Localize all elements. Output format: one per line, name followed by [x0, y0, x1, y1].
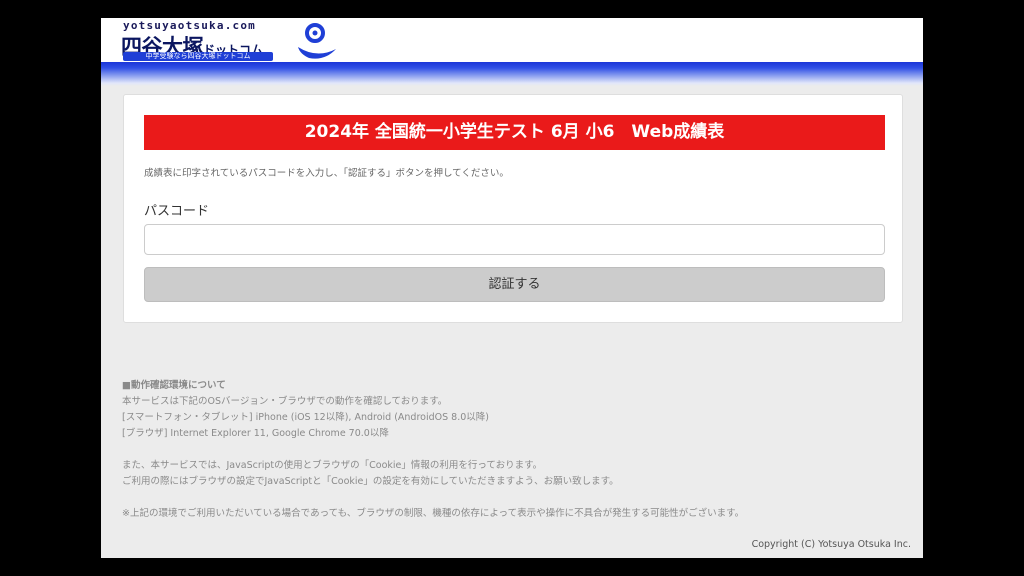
- authenticate-button[interactable]: 認証する: [144, 267, 885, 302]
- notes-line: [ブラウザ] Internet Explorer 11, Google Chro…: [122, 428, 389, 439]
- cookie-note-line: また、本サービスでは、JavaScriptの使用とブラウザの「Cookie」情報…: [122, 460, 543, 471]
- mascot-logo-icon: [298, 23, 336, 59]
- notes-spacer: [122, 490, 902, 506]
- logo-tagline: 中学受験なら四谷大塚ドットコム: [123, 52, 273, 61]
- warning-note: ※上記の環境でご利用いただいている場合であっても、ブラウザの制限、機種の依存によ…: [122, 508, 745, 519]
- site-header: yotsuyaotsuka.com 四谷大塚ドットコム 中学受験なら四谷大塚ドッ…: [101, 18, 923, 62]
- notes-line: [スマートフォン・タブレット] iPhone (iOS 12以降), Andro…: [122, 412, 489, 423]
- copyright-text: Copyright (C) Yotsuya Otsuka Inc.: [751, 539, 911, 550]
- passcode-form-card: 2024年 全国統一小学生テスト 6月 小6 Web成績表 成績表に印字されてい…: [123, 94, 903, 323]
- site-logo[interactable]: yotsuyaotsuka.com 四谷大塚ドットコム 中学受験なら四谷大塚ドッ…: [121, 18, 336, 62]
- notes-spacer: [122, 442, 902, 458]
- cookie-note-line: ご利用の際にはブラウザの設定でJavaScriptと「Cookie」の設定を有効…: [122, 476, 619, 487]
- instruction-text: 成績表に印字されているパスコードを入力し、「認証する」ボタンを押してください。: [144, 168, 509, 179]
- passcode-label: パスコード: [144, 204, 210, 219]
- notes-heading: ■動作確認環境について: [122, 380, 226, 391]
- notes-line: 本サービスは下記のOSバージョン・ブラウザでの動作を確認しております。: [122, 396, 448, 407]
- environment-notes: ■動作確認環境について 本サービスは下記のOSバージョン・ブラウザでの動作を確認…: [122, 378, 902, 522]
- page-title: 2024年 全国統一小学生テスト 6月 小6 Web成績表: [144, 115, 885, 150]
- passcode-input[interactable]: [144, 224, 885, 255]
- browser-page: yotsuyaotsuka.com 四谷大塚ドットコム 中学受験なら四谷大塚ドッ…: [101, 18, 923, 558]
- header-gradient-bar: [101, 62, 923, 86]
